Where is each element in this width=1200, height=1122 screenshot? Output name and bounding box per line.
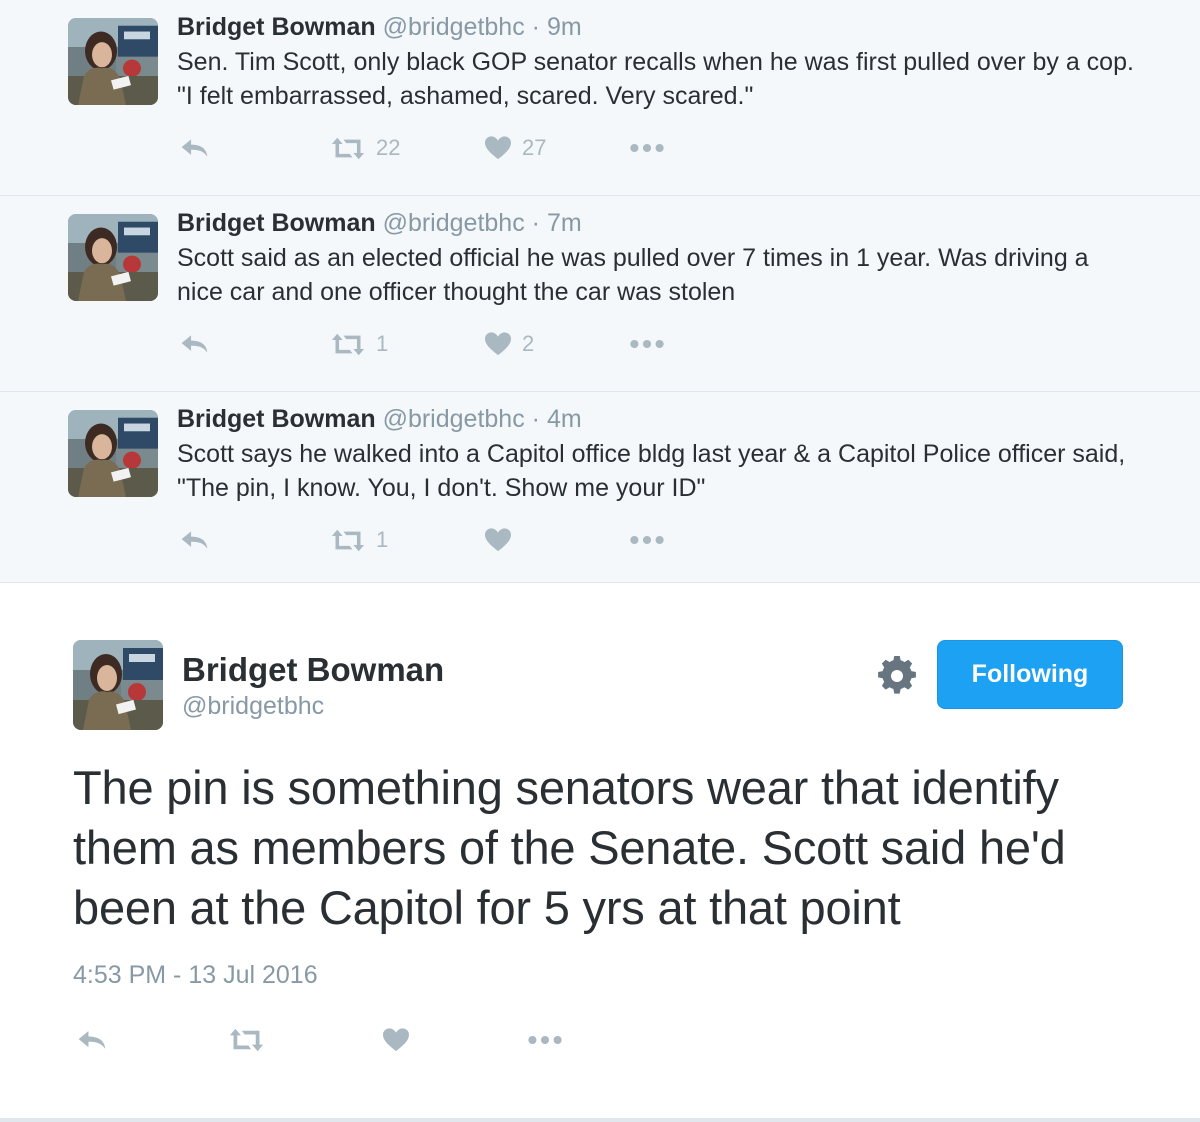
- reply-icon[interactable]: [76, 1020, 108, 1060]
- retweet-icon[interactable]: [228, 1020, 265, 1060]
- tweet-actions: 1: [0, 520, 1200, 560]
- avatar[interactable]: [68, 214, 158, 301]
- retweet-button[interactable]: 22: [330, 128, 400, 168]
- like-button[interactable]: 27: [484, 128, 546, 168]
- tweet-actions: 1 2: [0, 324, 1200, 364]
- avatar[interactable]: [68, 410, 158, 497]
- reply-icon[interactable]: [179, 128, 210, 168]
- author-handle[interactable]: @bridgetbhc: [383, 209, 525, 237]
- reply-icon[interactable]: [179, 324, 210, 364]
- divider: [0, 1118, 1200, 1122]
- more-icon[interactable]: [629, 128, 665, 168]
- avatar[interactable]: [73, 640, 163, 730]
- heart-icon: [484, 527, 512, 553]
- author-handle[interactable]: @bridgetbhc: [383, 13, 525, 41]
- retweet-icon: [330, 136, 366, 161]
- tweet-time[interactable]: · 7m: [532, 209, 582, 237]
- retweet-count: 22: [376, 135, 401, 160]
- author-name[interactable]: Bridget Bowman: [177, 405, 376, 433]
- tweet-header: Bridget Bowman @bridgetbhc · 4m: [177, 402, 582, 436]
- thread-tweet[interactable]: Bridget Bowman @bridgetbhc · 7m Scott sa…: [0, 196, 1200, 392]
- main-tweet: Bridget Bowman @bridgetbhc Following The…: [0, 582, 1200, 1122]
- heart-icon: [484, 331, 512, 357]
- heart-icon: [484, 135, 512, 161]
- author-name[interactable]: Bridget Bowman: [182, 651, 444, 689]
- tweet-text: Scott said as an elected official he was…: [177, 244, 1089, 306]
- heart-icon[interactable]: [382, 1020, 410, 1060]
- like-button[interactable]: [484, 520, 522, 560]
- thread-tweet[interactable]: Bridget Bowman @bridgetbhc · 9m Sen. Tim…: [0, 0, 1200, 196]
- tweet-header: Bridget Bowman @bridgetbhc · 7m: [177, 206, 582, 240]
- avatar[interactable]: [68, 18, 158, 105]
- more-icon[interactable]: [629, 324, 665, 364]
- more-icon[interactable]: [629, 520, 665, 560]
- retweet-icon: [330, 528, 366, 553]
- reply-icon[interactable]: [179, 520, 210, 560]
- retweet-button[interactable]: 1: [330, 324, 388, 364]
- like-count: 27: [522, 135, 547, 160]
- tweet-actions: [0, 1020, 1200, 1060]
- retweet-button[interactable]: 1: [330, 520, 388, 560]
- like-count: 2: [522, 331, 535, 356]
- tweet-text: Scott says he walked into a Capitol offi…: [177, 440, 1126, 502]
- gear-icon[interactable]: [877, 656, 917, 696]
- more-icon[interactable]: [527, 1020, 563, 1060]
- tweet-text: The pin is something senators wear that …: [73, 761, 1066, 934]
- retweet-count: 1: [376, 527, 389, 552]
- following-button[interactable]: Following: [937, 640, 1123, 709]
- like-button[interactable]: 2: [484, 324, 534, 364]
- author-handle[interactable]: @bridgetbhc: [182, 692, 324, 721]
- tweet-time[interactable]: · 9m: [532, 13, 582, 41]
- tweet-actions: 22 27: [0, 128, 1200, 168]
- author-name[interactable]: Bridget Bowman: [177, 209, 376, 237]
- author-name[interactable]: Bridget Bowman: [177, 13, 376, 41]
- retweet-count: 1: [376, 331, 389, 356]
- conversation-thread: Bridget Bowman @bridgetbhc · 9m Sen. Tim…: [0, 0, 1200, 588]
- tweet-time[interactable]: · 4m: [532, 405, 582, 433]
- retweet-icon: [330, 332, 366, 357]
- tweet-text: Sen. Tim Scott, only black GOP senator r…: [177, 48, 1134, 110]
- thread-tweet[interactable]: Bridget Bowman @bridgetbhc · 4m Scott sa…: [0, 392, 1200, 588]
- tweet-header: Bridget Bowman @bridgetbhc · 9m: [177, 10, 582, 44]
- author-handle[interactable]: @bridgetbhc: [383, 405, 525, 433]
- tweet-timestamp[interactable]: 4:53 PM - 13 Jul 2016: [73, 961, 318, 990]
